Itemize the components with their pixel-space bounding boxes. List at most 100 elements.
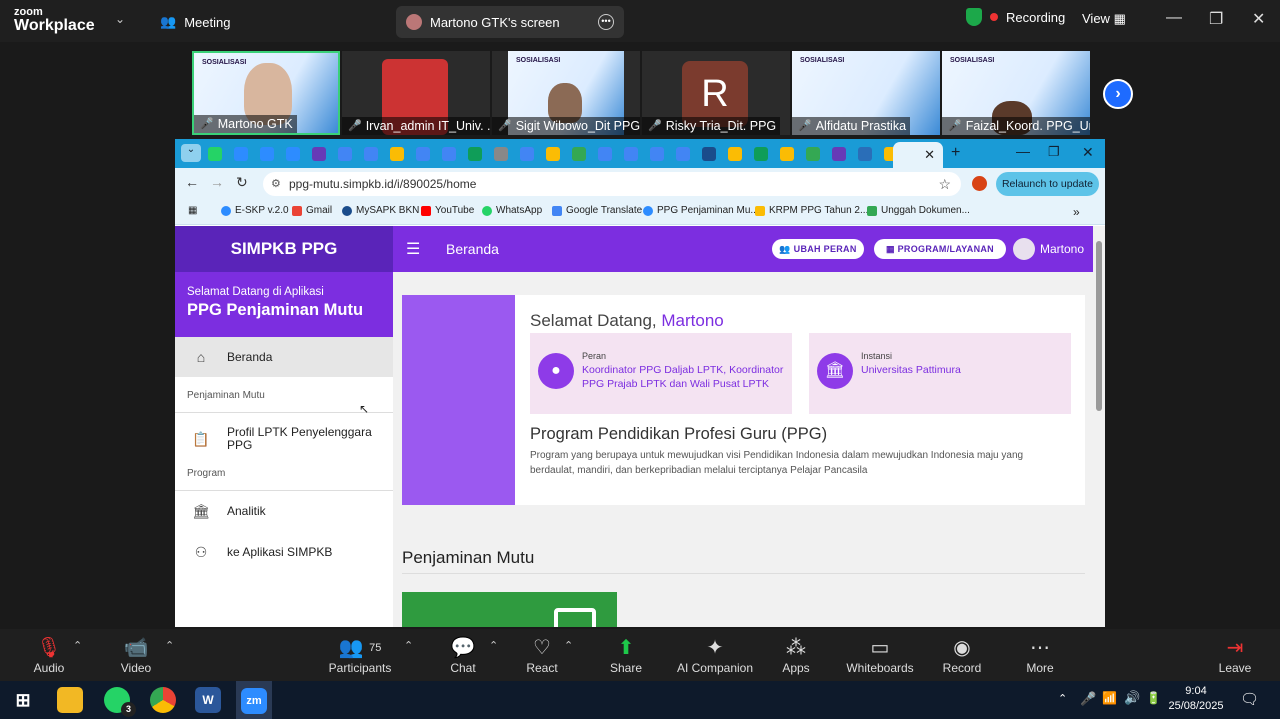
reload-icon[interactable]: ↻ xyxy=(236,174,248,191)
chat-options-icon[interactable]: ⌃ xyxy=(489,639,498,652)
view-button[interactable]: View ▦ xyxy=(1082,11,1126,27)
restore-icon[interactable]: ❐ xyxy=(1209,9,1223,29)
apps-button[interactable]: ⁂ Apps xyxy=(756,635,836,675)
file-explorer-icon[interactable] xyxy=(57,687,83,713)
notification-icon[interactable]: 🗨 xyxy=(1240,690,1259,708)
next-page-button[interactable]: › xyxy=(1103,79,1133,109)
restore-icon[interactable]: ❐ xyxy=(1048,144,1060,160)
extension-icon[interactable] xyxy=(972,176,987,191)
taskbar-clock[interactable]: 9:04 25/08/2025 xyxy=(1168,684,1224,714)
program-layanan-button[interactable]: ▦ PROGRAM/LAYANAN xyxy=(874,239,1006,259)
avatar[interactable] xyxy=(1013,238,1035,260)
star-icon[interactable]: ☆ xyxy=(938,172,951,196)
active-tab[interactable]: ✕ xyxy=(893,142,943,168)
battery-icon[interactable]: 🔋 xyxy=(1146,691,1161,705)
minimize-icon[interactable]: — xyxy=(1166,9,1182,27)
ai-companion-button[interactable]: ✦ AI Companion xyxy=(670,635,760,675)
tab-favicon[interactable] xyxy=(468,147,482,161)
tab-favicon[interactable] xyxy=(364,147,378,161)
audio-options-icon[interactable]: ⌃ xyxy=(73,639,82,652)
tab-favicon[interactable] xyxy=(338,147,352,161)
sidebar-item-profil[interactable]: 📋 Profil LPTK Penyelenggara PPG xyxy=(175,418,393,460)
more-options-icon[interactable]: ••• xyxy=(598,14,614,30)
video-button[interactable]: 📹 Video xyxy=(96,635,176,675)
tab-favicon[interactable] xyxy=(650,147,664,161)
tab-favicon[interactable] xyxy=(546,147,560,161)
scrollbar-thumb[interactable] xyxy=(1096,241,1102,411)
share-button[interactable]: ⬆ Share xyxy=(586,635,666,675)
participant-tile[interactable]: SOSIALISASI 🎤 Sigit Wibowo_Dit PPG... xyxy=(492,51,640,135)
tab-shared-screen[interactable]: Martono GTK's screen ••• xyxy=(396,6,624,38)
site-info-icon[interactable]: ⚙ xyxy=(271,172,281,196)
participant-tile[interactable]: SOSIALISASI 🎤 Martono GTK xyxy=(192,51,340,135)
ubah-peran-button[interactable]: 👥 UBAH PERAN xyxy=(772,239,864,259)
close-tab-icon[interactable]: ✕ xyxy=(924,147,935,162)
close-icon[interactable]: ✕ xyxy=(1252,9,1265,29)
tab-favicon[interactable] xyxy=(832,147,846,161)
bookmark-item[interactable]: KRPM PPG Tahun 2... xyxy=(755,205,868,216)
tab-favicon[interactable] xyxy=(234,147,248,161)
user-name[interactable]: Martono xyxy=(1040,242,1084,256)
sidebar-item-beranda[interactable]: ⌂ Beranda xyxy=(175,337,393,377)
new-tab-icon[interactable]: + xyxy=(951,144,960,162)
tab-favicon[interactable] xyxy=(728,147,742,161)
apps-grid-icon[interactable]: ▦ xyxy=(188,205,197,216)
record-button[interactable]: ◉ Record xyxy=(922,635,1002,675)
wifi-icon[interactable]: 📶 xyxy=(1102,691,1117,705)
participant-tile[interactable]: 🎤 Irvan_admin IT_Univ. ... xyxy=(342,51,490,135)
back-icon[interactable]: ← xyxy=(185,174,199,190)
chevron-down-icon[interactable]: ⌄ xyxy=(115,12,125,26)
more-button[interactable]: ⋯ More xyxy=(1000,635,1080,675)
bookmark-item[interactable]: Google Translate xyxy=(552,205,642,216)
tab-favicon[interactable] xyxy=(286,147,300,161)
participants-button[interactable]: 👥 75 Participants xyxy=(320,635,400,675)
bookmark-item[interactable]: PPG Penjaminan Mu... xyxy=(643,205,759,216)
tab-favicon[interactable] xyxy=(676,147,690,161)
tab-favicon[interactable] xyxy=(806,147,820,161)
tab-favicon[interactable] xyxy=(416,147,430,161)
sidebar-item-analitik[interactable]: 🏛 Analitik xyxy=(175,498,393,524)
participant-tile[interactable]: R 🎤 Risky Tria_Dit. PPG xyxy=(642,51,790,135)
tab-meeting[interactable]: 👥 Meeting xyxy=(150,6,240,38)
penjaminan-card[interactable] xyxy=(402,592,617,627)
participants-options-icon[interactable]: ⌃ xyxy=(404,639,413,652)
tab-favicon[interactable] xyxy=(780,147,794,161)
zoom-taskbar-icon[interactable]: zm xyxy=(236,681,272,719)
tab-favicon[interactable] xyxy=(598,147,612,161)
tab-favicon[interactable] xyxy=(754,147,768,161)
minimize-icon[interactable]: — xyxy=(1016,143,1030,159)
mic-icon[interactable]: 🎤 xyxy=(1080,691,1096,707)
menu-icon[interactable]: ☰ xyxy=(406,239,420,259)
close-icon[interactable]: ✕ xyxy=(1082,144,1094,161)
tab-favicon[interactable] xyxy=(858,147,872,161)
bookmark-item[interactable]: WhatsApp xyxy=(482,205,542,216)
windows-start-icon[interactable]: ⊞ xyxy=(10,687,36,713)
bookmark-item[interactable]: Unggah Dokumen... xyxy=(867,205,970,216)
whatsapp-icon[interactable]: 3 xyxy=(104,687,136,717)
tab-favicon[interactable] xyxy=(312,147,326,161)
forward-icon[interactable]: → xyxy=(210,174,224,190)
sidebar-item-aplikasi[interactable]: ⚇ ke Aplikasi SIMPKB xyxy=(175,539,393,565)
tab-search-icon[interactable]: ⌄ xyxy=(181,144,201,162)
relaunch-button[interactable]: Relaunch to update ⋮ xyxy=(996,172,1099,214)
bookmark-item[interactable]: YouTube xyxy=(421,205,474,216)
tab-favicon[interactable] xyxy=(624,147,638,161)
tab-favicon[interactable] xyxy=(572,147,586,161)
word-icon[interactable]: W xyxy=(195,687,221,713)
tab-favicon[interactable] xyxy=(260,147,274,161)
tab-favicon[interactable] xyxy=(520,147,534,161)
tab-favicon[interactable] xyxy=(494,147,508,161)
whiteboards-button[interactable]: ▭ Whiteboards xyxy=(840,635,920,675)
bookmark-item[interactable]: E-SKP v.2.0 xyxy=(221,205,289,216)
leave-button[interactable]: ⇥ Leave xyxy=(1195,635,1275,675)
participant-tile[interactable]: SOSIALISASI 🎤Faizal_Koord. PPG_Un... xyxy=(942,51,1090,135)
tray-chevron-icon[interactable]: ⌃ xyxy=(1058,692,1067,705)
tab-favicon[interactable] xyxy=(702,147,716,161)
video-options-icon[interactable]: ⌃ xyxy=(165,639,174,652)
bookmark-item[interactable]: Gmail xyxy=(292,205,332,216)
volume-icon[interactable]: 🔊 xyxy=(1124,690,1140,706)
tab-favicon[interactable] xyxy=(442,147,456,161)
chrome-icon[interactable] xyxy=(150,687,176,713)
more-bookmarks-icon[interactable]: » xyxy=(1073,205,1080,219)
bookmark-item[interactable]: MySAPK BKN xyxy=(342,205,419,216)
